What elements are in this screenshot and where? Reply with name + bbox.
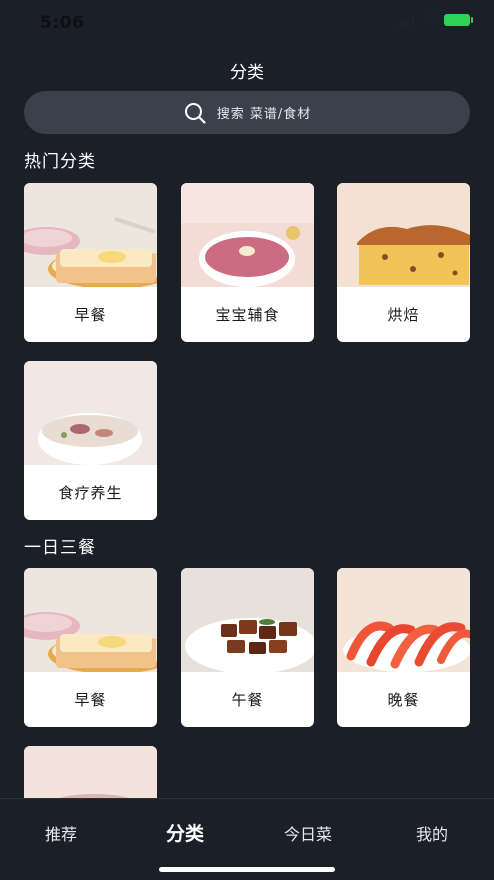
- category-card-breakfast[interactable]: 早餐: [24, 183, 157, 342]
- toast-breakfast-photo: [24, 183, 157, 287]
- category-card-baking[interactable]: 烘焙: [337, 183, 470, 342]
- partial-food-photo: [24, 746, 157, 806]
- category-card-label: 早餐: [74, 306, 107, 324]
- meal-card-partial[interactable]: [24, 746, 157, 806]
- page-title: 分类: [230, 63, 264, 83]
- shrimp-dish-photo: [337, 568, 470, 672]
- category-card-label: 烘焙: [387, 306, 420, 324]
- meal-card-label: 早餐: [74, 691, 107, 709]
- search-input[interactable]: 搜索 菜谱/食材: [24, 91, 470, 134]
- category-card-label: 宝宝辅食: [215, 306, 280, 324]
- meal-card-lunch[interactable]: 午餐: [181, 568, 314, 727]
- tab-today-dish[interactable]: 今日菜: [263, 821, 353, 845]
- congee-bowl-photo: [24, 361, 157, 465]
- meal-card-label: 晚餐: [387, 691, 420, 709]
- tab-recommend[interactable]: 推荐: [16, 821, 106, 845]
- braised-pork-photo: [181, 568, 314, 672]
- pound-cake-photo: [337, 183, 470, 287]
- search-icon: [184, 102, 206, 124]
- status-time: 5:06: [40, 13, 85, 33]
- section-title-three-meals: 一日三餐: [24, 538, 96, 558]
- meal-card-label: 午餐: [231, 691, 264, 709]
- tab-mine[interactable]: 我的: [387, 821, 477, 845]
- category-card-baby-food[interactable]: 宝宝辅食: [181, 183, 314, 342]
- toast-breakfast-photo: [24, 568, 157, 672]
- meal-card-breakfast[interactable]: 早餐: [24, 568, 157, 727]
- category-screen: 5:06 分类 搜索 菜谱/食材 热门分类 早餐 宝宝辅食 烘焙 食疗养生 一日…: [0, 0, 494, 880]
- status-icons: [396, 14, 473, 26]
- category-card-label: 食疗养生: [58, 484, 123, 502]
- search-placeholder: 搜索 菜谱/食材: [216, 107, 312, 122]
- meal-card-dinner[interactable]: 晚餐: [337, 568, 470, 727]
- battery-icon: [444, 14, 473, 26]
- wifi-icon: [421, 14, 437, 25]
- home-indicator: [159, 867, 335, 872]
- category-card-health-diet[interactable]: 食疗养生: [24, 361, 157, 520]
- tab-category[interactable]: 分类: [140, 819, 230, 846]
- signal-icon: [396, 14, 414, 26]
- status-bar: 5:06: [0, 0, 494, 46]
- pink-porridge-photo: [181, 183, 314, 287]
- section-title-hot: 热门分类: [24, 152, 96, 172]
